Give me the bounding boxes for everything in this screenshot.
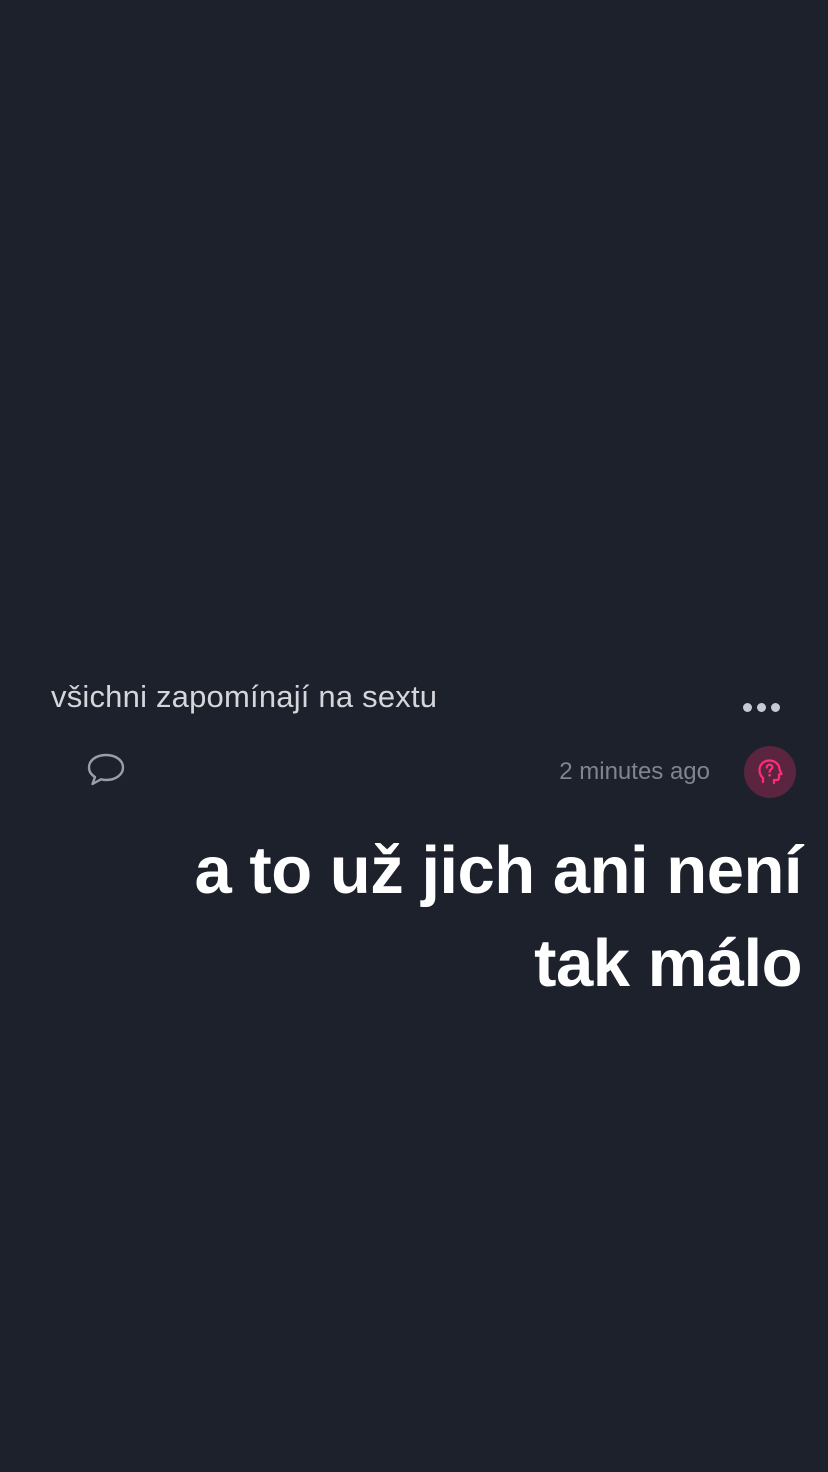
comment-button[interactable] [84, 749, 128, 789]
more-dots-icon [742, 702, 752, 712]
question-head-icon [758, 759, 783, 785]
post-text: všichni zapomínají na sextu [51, 679, 438, 714]
caption-line-2: tak málo [534, 926, 802, 1001]
author-avatar[interactable] [744, 746, 796, 798]
post-timestamp: 2 minutes ago [559, 758, 710, 785]
caption-line-1: a to už jich ani není [194, 833, 803, 908]
more-dots-icon [770, 702, 780, 712]
more-dots-icon [756, 702, 766, 712]
speech-bubble-icon [87, 753, 125, 786]
more-options-button[interactable] [734, 694, 788, 720]
caption-overlay: a to už jich ani není tak málo [42, 824, 803, 1010]
